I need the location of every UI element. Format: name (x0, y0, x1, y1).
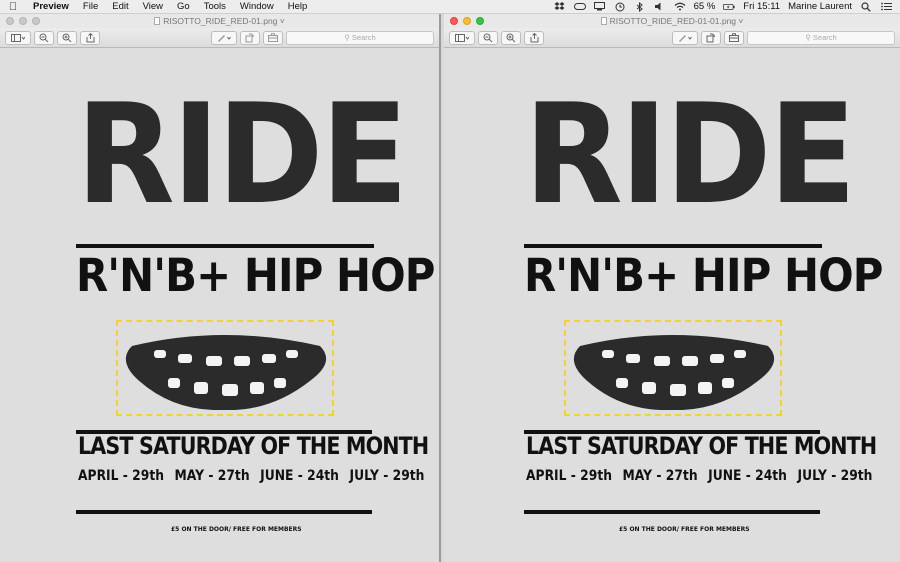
menu-clock[interactable]: Fri 15:11 (743, 0, 780, 14)
share-button[interactable] (80, 30, 100, 45)
spotlight-search-icon[interactable] (860, 1, 872, 12)
rotate-button[interactable] (701, 30, 721, 45)
rotate-icon (245, 32, 254, 42)
image-canvas[interactable]: RIDE R'N'B+ HIP HOP LAST SATURDAY OF THE… (0, 48, 439, 562)
menu-bar:  Preview File Edit View Go Tools Window… (0, 0, 900, 14)
document-icon (600, 17, 607, 25)
time-machine-icon[interactable] (614, 2, 626, 12)
poster: RIDE R'N'B+ HIP HOP LAST SATURDAY OF THE… (76, 48, 435, 562)
preview-window-left: RISOTTO_RIDE_RED-01.png ˅ ⚲ Search RIDE … (0, 14, 441, 562)
rotate-button[interactable] (240, 30, 260, 45)
toolbar: ⚲ Search (444, 28, 900, 48)
chevron-down-icon: ˅ (279, 16, 285, 26)
smile-graphic (126, 335, 326, 410)
pen-icon (218, 34, 231, 42)
menu-app-name[interactable]: Preview (26, 0, 76, 14)
sidebar-icon (11, 33, 25, 42)
menu-edit[interactable]: Edit (105, 0, 135, 14)
share-button[interactable] (524, 30, 544, 45)
battery-icon[interactable] (723, 2, 735, 12)
menu-file[interactable]: File (76, 0, 105, 14)
battery-percent: 65 % (693, 0, 716, 12)
menu-tools[interactable]: Tools (197, 0, 233, 14)
zoom-in-icon (62, 33, 72, 42)
toolbox-icon (729, 33, 739, 42)
sidebar-toggle-button[interactable] (449, 30, 475, 45)
bluetooth-icon[interactable] (634, 1, 646, 12)
date-april: APRIL - 29th (78, 468, 164, 484)
share-icon (86, 32, 94, 42)
volume-icon[interactable] (654, 2, 666, 12)
poster-headline: LAST SATURDAY OF THE MONTH (526, 432, 877, 460)
window-title[interactable]: RISOTTO_RIDE_RED-01.png ˅ (0, 14, 439, 28)
search-input[interactable]: ⚲ Search (286, 30, 434, 45)
poster: RIDE R'N'B+ HIP HOP LAST SATURDAY OF THE… (524, 48, 883, 562)
toolbar: ⚲ Search (0, 28, 439, 48)
search-icon: ⚲ (344, 33, 350, 42)
display-icon[interactable] (594, 2, 606, 12)
zoom-out-icon (39, 33, 49, 42)
zoom-in-icon (506, 33, 516, 42)
preview-window-right: RISOTTO_RIDE_RED-01-01.png ˅ ⚲ Search RI… (444, 14, 900, 562)
sidebar-icon (455, 33, 469, 42)
date-april: APRIL - 29th (526, 468, 612, 484)
poster-headline: LAST SATURDAY OF THE MONTH (78, 432, 429, 460)
toolbox-button[interactable] (263, 30, 283, 45)
rotate-icon (706, 32, 715, 42)
zoom-in-button[interactable] (57, 30, 77, 45)
poster-title: RIDE (524, 74, 856, 235)
image-canvas[interactable]: RIDE R'N'B+ HIP HOP LAST SATURDAY OF THE… (444, 48, 900, 562)
date-july: JULY - 29th (797, 468, 873, 484)
poster-subtitle: R'N'B+ HIP HOP (524, 249, 883, 302)
share-icon (530, 32, 538, 42)
search-icon: ⚲ (805, 33, 811, 42)
divider (524, 510, 820, 514)
poster-footer: £5 ON THE DOOR/ FREE FOR MEMBERS (619, 526, 750, 533)
smile-graphic (574, 335, 774, 410)
divider (76, 510, 372, 514)
poster-footer: £5 ON THE DOOR/ FREE FOR MEMBERS (171, 526, 302, 533)
selection-box[interactable] (564, 320, 782, 416)
cloud-sync-icon[interactable] (573, 2, 586, 12)
search-input[interactable]: ⚲ Search (747, 30, 895, 45)
date-june: JUNE - 24th (708, 468, 787, 484)
markup-button[interactable] (211, 30, 237, 45)
sidebar-toggle-button[interactable] (5, 30, 31, 45)
date-may: MAY - 27th (174, 468, 250, 484)
menu-help[interactable]: Help (281, 0, 315, 14)
poster-dates: APRIL - 29th MAY - 27th JUNE - 24th JULY… (78, 468, 424, 484)
date-june: JUNE - 24th (260, 468, 339, 484)
menu-user[interactable]: Marine Laurent (788, 0, 852, 14)
titlebar[interactable]: RISOTTO_RIDE_RED-01-01.png ˅ (444, 14, 900, 28)
poster-title: RIDE (76, 74, 408, 235)
dropbox-icon[interactable] (554, 2, 566, 12)
menu-go[interactable]: Go (170, 0, 197, 14)
status-area: 65 % Fri 15:11 Marine Laurent (554, 0, 900, 14)
chevron-down-icon: ˅ (738, 16, 744, 26)
toolbox-icon (268, 33, 278, 42)
apple-menu-icon[interactable]:  (0, 1, 26, 13)
toolbox-button[interactable] (724, 30, 744, 45)
window-title[interactable]: RISOTTO_RIDE_RED-01-01.png ˅ (444, 14, 900, 28)
menu-window[interactable]: Window (233, 0, 281, 14)
markup-button[interactable] (672, 30, 698, 45)
titlebar[interactable]: RISOTTO_RIDE_RED-01.png ˅ (0, 14, 439, 28)
zoom-out-button[interactable] (34, 30, 54, 45)
menu-view[interactable]: View (136, 0, 170, 14)
pen-icon (679, 34, 692, 42)
document-icon (154, 17, 161, 25)
poster-subtitle: R'N'B+ HIP HOP (76, 249, 435, 302)
selection-box[interactable] (116, 320, 334, 416)
zoom-in-button[interactable] (501, 30, 521, 45)
poster-dates: APRIL - 29th MAY - 27th JUNE - 24th JULY… (526, 468, 872, 484)
notification-center-icon[interactable] (880, 2, 892, 12)
zoom-out-icon (483, 33, 493, 42)
wifi-icon[interactable] (674, 2, 686, 12)
date-may: MAY - 27th (622, 468, 698, 484)
date-july: JULY - 29th (349, 468, 425, 484)
zoom-out-button[interactable] (478, 30, 498, 45)
